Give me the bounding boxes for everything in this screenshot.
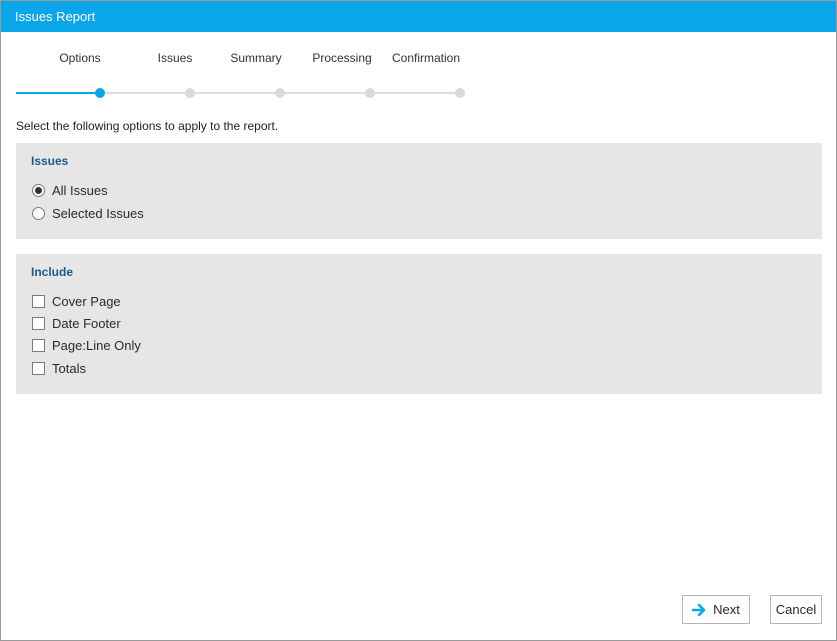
title-bar: Issues Report (1, 1, 836, 32)
arrow-right-icon (692, 603, 706, 616)
issues-panel: Issues All Issues Selected Issues (16, 143, 822, 239)
step-dot-confirmation (455, 88, 465, 98)
cancel-button-label: Cancel (775, 602, 817, 617)
next-button[interactable]: Next (682, 595, 750, 624)
step-label-confirmation: Confirmation (391, 51, 461, 65)
radio-button-unchecked[interactable] (32, 206, 45, 220)
radio-label-selected-issues: Selected Issues (52, 205, 144, 221)
checkbox-box[interactable] (32, 294, 45, 308)
progress-track-completed (16, 92, 100, 94)
cancel-button[interactable]: Cancel (770, 595, 822, 624)
checkbox-box[interactable] (32, 338, 45, 352)
instruction-text: Select the following options to apply to… (16, 119, 279, 133)
radio-selected-issues[interactable]: Selected Issues (32, 204, 144, 222)
checkbox-cover-page[interactable]: Cover Page (32, 292, 121, 310)
dialog-window: Issues Report Options Issues Summary Pro… (0, 0, 837, 641)
step-dot-issues (185, 88, 195, 98)
step-label-options: Options (59, 51, 101, 65)
step-label-issues: Issues (157, 51, 193, 65)
checkbox-box[interactable] (32, 361, 45, 375)
radio-all-issues[interactable]: All Issues (32, 181, 108, 199)
step-dot-processing (365, 88, 375, 98)
checkbox-label-date-footer: Date Footer (52, 315, 121, 331)
checkbox-box[interactable] (32, 316, 45, 330)
issues-panel-title: Issues (31, 154, 69, 168)
checkbox-page-line-only[interactable]: Page:Line Only (32, 336, 141, 354)
radio-label-all-issues: All Issues (52, 182, 108, 198)
next-button-label: Next (713, 602, 740, 617)
checkbox-totals[interactable]: Totals (32, 359, 86, 377)
include-panel: Include Cover Page Date Footer Page:Line… (16, 254, 822, 394)
checkbox-label-page-line-only: Page:Line Only (52, 337, 141, 353)
include-panel-title: Include (31, 265, 74, 279)
step-label-summary: Summary (230, 51, 282, 65)
checkbox-label-totals: Totals (52, 360, 86, 376)
window-title: Issues Report (15, 9, 96, 24)
step-dot-options (95, 88, 105, 98)
step-dot-summary (275, 88, 285, 98)
checkbox-date-footer[interactable]: Date Footer (32, 314, 121, 332)
checkbox-label-cover-page: Cover Page (52, 293, 121, 309)
radio-button-checked[interactable] (32, 183, 45, 197)
step-label-processing: Processing (312, 51, 372, 65)
